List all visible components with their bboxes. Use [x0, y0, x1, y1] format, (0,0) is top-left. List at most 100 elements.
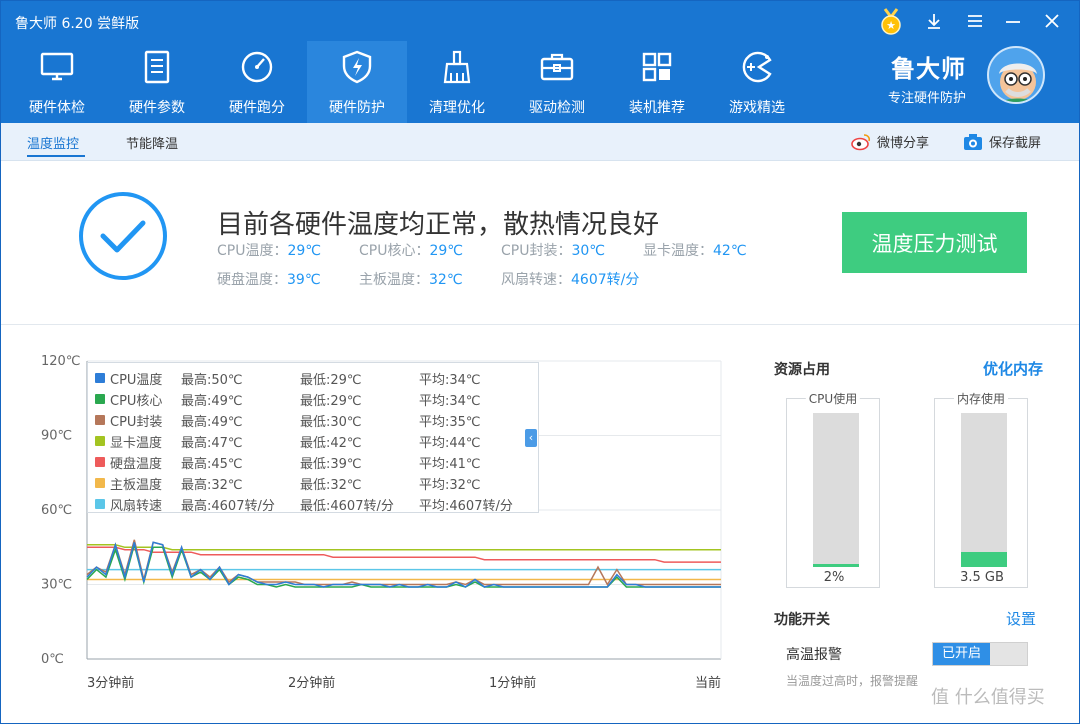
legend-avg: 平均:34℃ — [419, 373, 481, 388]
legend-max: 最高:49℃ — [181, 415, 243, 430]
tool-cleanup[interactable]: 清理优化 — [407, 41, 507, 123]
monitor-icon — [40, 52, 74, 81]
app-window: 鲁大师 6.20 尝鲜版 ★ 硬件体检 硬件参数 硬件跑分 硬件防护 清理优化 … — [0, 0, 1080, 724]
tool-label: 游戏精选 — [729, 100, 785, 116]
watermark: 值 什么值得买 — [931, 687, 1045, 708]
legend-max: 最高:47℃ — [181, 436, 243, 451]
legend-avg: 平均:32℃ — [419, 478, 481, 493]
legend-max: 最高:50℃ — [181, 373, 243, 388]
legend-row: 主板温度 最高:32℃ 最低:32℃ 平均:32℃ — [88, 472, 540, 493]
tool-hardware-protect[interactable]: 硬件防护 — [307, 41, 407, 123]
temperature-chart: 0℃ 30℃ 60℃ 90℃ 120℃ 3分钟前 2分钟前 1分钟前 当前 CPU温度 最高:50… — [1, 326, 741, 723]
brand-slogan: 专注硬件防护 — [888, 91, 967, 106]
legend-max: 最高:32℃ — [181, 478, 243, 493]
high-temp-alarm-label: 高温报警 — [786, 647, 842, 663]
tool-label: 硬件跑分 — [229, 100, 285, 116]
legend-avg: 平均:44℃ — [419, 436, 481, 451]
tool-label: 硬件体检 — [29, 100, 85, 116]
tool-label: 硬件参数 — [129, 100, 185, 116]
metric-gpu-temp: 显卡温度：42℃ — [643, 243, 747, 259]
tab-energy-cooling[interactable]: 节能降温 — [126, 133, 178, 152]
metric-cpu-core: CPU核心：29℃ — [359, 243, 464, 259]
weibo-share-label: 微博分享 — [877, 136, 930, 151]
legend-max: 最高:49℃ — [181, 394, 243, 409]
gamepad-icon — [742, 51, 772, 83]
side-panel: 资源占用 优化内存 CPU使用 2% 内存使用 3.5 GB 功能开关 设置 高… — [742, 326, 1079, 723]
legend-swatch — [95, 457, 105, 467]
check-circle-icon — [79, 192, 167, 280]
legend-swatch — [95, 478, 105, 488]
alarm-toggle-state: 已开启 — [933, 643, 990, 665]
metric-fan-speed: 风扇转速：4607转/分 — [501, 272, 640, 288]
medal-icon[interactable]: ★ — [878, 7, 904, 37]
tool-hardware-params[interactable]: 硬件参数 — [107, 41, 207, 123]
shield-icon — [342, 50, 372, 84]
x-tick-label: 当前 — [695, 675, 721, 691]
legend-name: 显卡温度 — [110, 436, 163, 451]
save-screenshot-button[interactable]: 保存截屏 — [963, 132, 1041, 151]
legend-avg: 平均:4607转/分 — [419, 499, 513, 514]
legend-row: CPU封装 最高:49℃ 最低:30℃ 平均:35℃ — [88, 409, 540, 430]
metric-board-temp: 主板温度：32℃ — [359, 272, 463, 288]
legend-avg: 平均:34℃ — [419, 394, 481, 409]
tool-game-picks[interactable]: 游戏精选 — [707, 41, 807, 123]
tool-driver-check[interactable]: 驱动检测 — [507, 41, 607, 123]
legend-name: CPU温度 — [110, 373, 163, 388]
memory-usage-fill — [961, 551, 1007, 567]
legend-row: CPU核心 最高:49℃ 最低:29℃ 平均:34℃ — [88, 388, 540, 409]
optimize-memory-link[interactable]: 优化内存 — [983, 358, 1043, 379]
tool-label: 硬件防护 — [329, 100, 385, 116]
weibo-share-button[interactable]: 微博分享 — [851, 132, 929, 151]
tool-build-recommend[interactable]: 装机推荐 — [607, 41, 707, 123]
menu-icon[interactable] — [961, 7, 989, 35]
cpu-usage-track — [813, 413, 859, 567]
document-icon — [144, 50, 170, 84]
settings-link[interactable]: 设置 — [1006, 608, 1036, 629]
memory-usage-gauge: 内存使用 3.5 GB — [934, 390, 1028, 588]
y-tick-label: 0℃ — [41, 652, 64, 667]
legend-min: 最低:30℃ — [300, 415, 362, 430]
legend-swatch — [95, 415, 105, 425]
tab-temperature-monitor[interactable]: 温度监控 — [27, 133, 79, 152]
legend-swatch — [95, 436, 105, 446]
legend-min: 最低:42℃ — [300, 436, 362, 451]
memory-usage-track — [961, 413, 1007, 567]
tool-hardware-benchmark[interactable]: 硬件跑分 — [207, 41, 307, 123]
legend-swatch — [95, 394, 105, 404]
minimize-icon[interactable] — [999, 7, 1027, 35]
chart-legend: CPU温度 最高:50℃ 最低:29℃ 平均:34℃ CPU核心 最高:49℃ 最低:29℃… — [87, 362, 540, 514]
legend-name: CPU核心 — [110, 394, 163, 409]
close-icon[interactable] — [1038, 7, 1066, 35]
resource-usage-title: 资源占用 — [774, 362, 830, 378]
high-temp-alarm-toggle[interactable]: 已开启 — [932, 642, 1028, 666]
tool-label: 清理优化 — [429, 100, 485, 116]
x-tick-label: 3分钟前 — [87, 675, 134, 691]
tool-hardware-check[interactable]: 硬件体检 — [7, 41, 107, 123]
avatar[interactable] — [987, 46, 1045, 104]
legend-min: 最低:32℃ — [300, 478, 362, 493]
legend-row: 风扇转速 最高:4607转/分 最低:4607转/分 平均:4607转/分 — [88, 493, 540, 514]
camera-icon — [964, 133, 982, 150]
cpu-usage-label: CPU使用 — [805, 390, 861, 407]
cpu-usage-value: 2% — [823, 570, 845, 585]
mascot-icon — [999, 63, 1037, 102]
download-icon[interactable] — [920, 7, 948, 35]
metric-disk-temp: 硬盘温度：39℃ — [217, 272, 321, 288]
legend-name: 风扇转速 — [110, 499, 163, 514]
legend-avg: 平均:41℃ — [419, 457, 481, 472]
broom-icon — [443, 50, 471, 84]
metric-cpu-temp: CPU温度：29℃ — [217, 243, 322, 259]
legend-avg: 平均:35℃ — [419, 415, 481, 430]
legend-name: CPU封装 — [110, 415, 163, 430]
y-tick-label: 60℃ — [41, 503, 72, 518]
legend-min: 最低:29℃ — [300, 373, 362, 388]
sub-tab-bar: 温度监控 节能降温 微博分享 保存截屏 — [1, 123, 1079, 161]
status-summary: 目前各硬件温度均正常，散热情况良好 CPU温度：29℃ CPU核心：29℃ CP… — [1, 162, 1079, 325]
legend-min: 最低:29℃ — [300, 394, 362, 409]
toolbox-icon — [540, 53, 574, 81]
stress-test-button[interactable]: 温度压力测试 — [842, 212, 1027, 273]
legend-row: CPU温度 最高:50℃ 最低:29℃ 平均:34℃ — [88, 367, 540, 388]
legend-collapse-button[interactable]: ‹ — [525, 429, 537, 447]
y-tick-label: 120℃ — [41, 354, 80, 369]
legend-min: 最低:4607转/分 — [300, 499, 394, 514]
